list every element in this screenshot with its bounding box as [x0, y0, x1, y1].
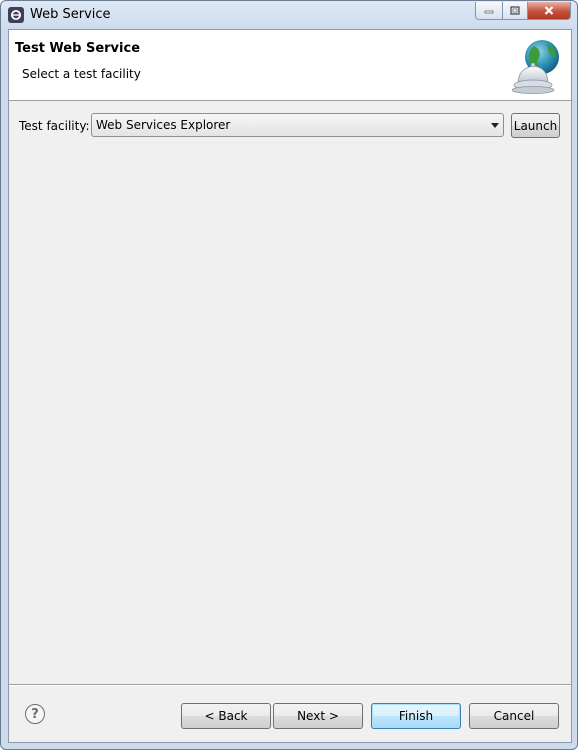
cancel-button[interactable]: Cancel [469, 703, 559, 729]
window-title: Web Service [30, 7, 111, 22]
globe-service-bell-icon [512, 40, 559, 94]
back-button[interactable]: < Back [181, 703, 271, 729]
finish-button[interactable]: Finish [371, 703, 461, 729]
window-controls [475, 2, 571, 20]
wizard-header: Test Web Service Select a test facility [9, 30, 571, 101]
next-button[interactable]: Next > [273, 703, 363, 729]
eclipse-app-icon [8, 7, 24, 23]
dialog-client-area: Test Web Service Select a test facility [8, 29, 572, 743]
chevron-down-icon [491, 123, 499, 128]
footer-separator [9, 684, 571, 686]
maximize-icon [510, 6, 520, 15]
title-bar[interactable]: Web Service [1, 1, 577, 29]
close-icon [544, 6, 554, 15]
test-facility-value: Web Services Explorer [96, 118, 231, 132]
minimize-button[interactable] [475, 2, 503, 20]
page-description: Select a test facility [22, 67, 141, 81]
maximize-button[interactable] [503, 2, 528, 20]
launch-button[interactable]: Launch [511, 113, 560, 138]
test-facility-select[interactable]: Web Services Explorer [91, 113, 504, 137]
dialog-window: Web Service Test Web Service Select a te… [0, 0, 578, 750]
minimize-icon [484, 10, 494, 13]
help-icon[interactable]: ? [25, 704, 45, 724]
page-title: Test Web Service [15, 41, 141, 56]
test-facility-label: Test facility: [19, 119, 90, 133]
close-button[interactable] [528, 2, 571, 20]
